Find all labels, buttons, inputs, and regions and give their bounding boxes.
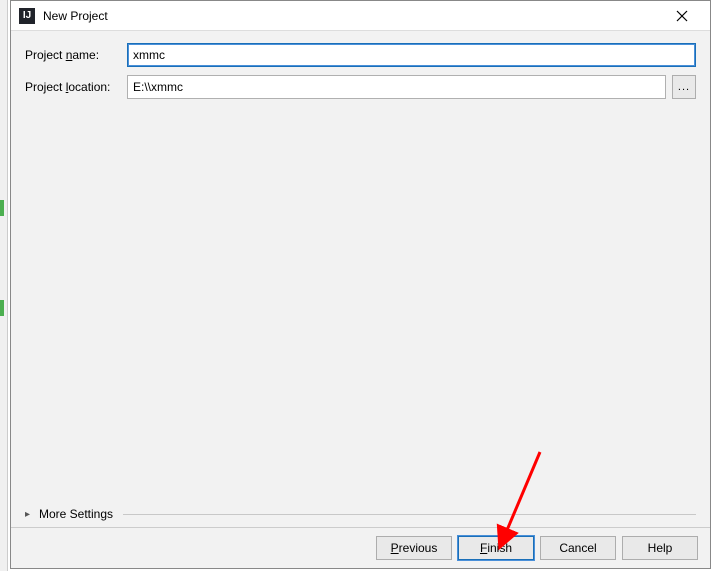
titlebar: IJ New Project xyxy=(11,1,710,31)
finish-button[interactable]: Finish xyxy=(458,536,534,560)
more-settings-toggle[interactable]: ▸ More Settings xyxy=(25,501,696,527)
close-button[interactable] xyxy=(662,2,702,30)
left-marker xyxy=(0,200,4,216)
left-edge-strip xyxy=(0,0,8,571)
chevron-right-icon: ▸ xyxy=(25,509,35,520)
more-settings-label: More Settings xyxy=(39,507,113,521)
project-location-row: Project location: ... xyxy=(25,75,696,99)
app-icon: IJ xyxy=(19,8,35,24)
project-location-label: Project location: xyxy=(25,80,121,94)
browse-button[interactable]: ... xyxy=(672,75,696,99)
dialog-content: Project name: Project location: ... ▸ Mo… xyxy=(11,31,710,527)
left-marker xyxy=(0,300,4,316)
project-name-row: Project name: xyxy=(25,43,696,67)
project-name-label: Project name: xyxy=(25,48,121,62)
separator-line xyxy=(123,514,696,515)
cancel-button[interactable]: Cancel xyxy=(540,536,616,560)
project-location-input[interactable] xyxy=(127,75,666,99)
previous-button[interactable]: Previous xyxy=(376,536,452,560)
help-button[interactable]: Help xyxy=(622,536,698,560)
content-spacer xyxy=(25,107,696,501)
project-name-input[interactable] xyxy=(127,43,696,67)
close-icon xyxy=(676,10,688,22)
button-bar: Previous Finish Cancel Help xyxy=(11,527,710,568)
new-project-dialog: IJ New Project Project name: Project loc… xyxy=(10,0,711,569)
window-title: New Project xyxy=(43,9,662,23)
